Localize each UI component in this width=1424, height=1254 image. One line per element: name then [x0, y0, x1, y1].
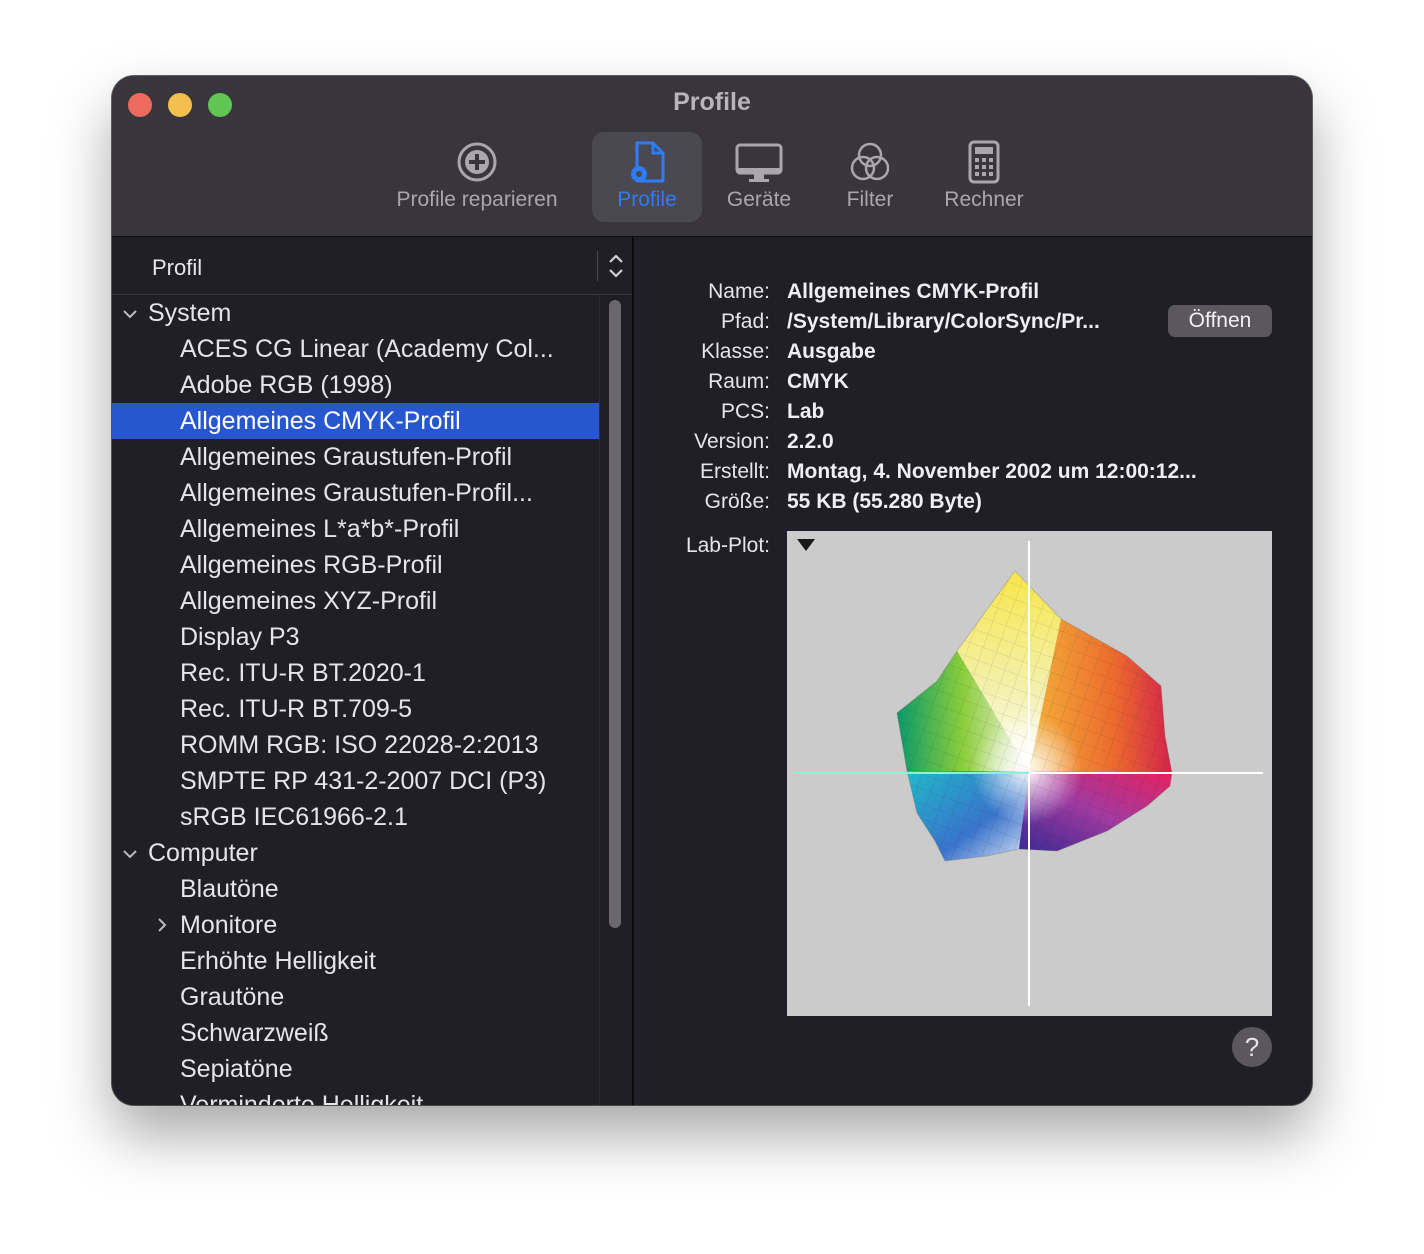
toolbar-label: Profile reparieren [396, 188, 558, 211]
chevron-right-icon[interactable] [152, 907, 172, 943]
tree-item-label: Allgemeines CMYK-Profil [180, 407, 461, 435]
chevron-down-icon[interactable] [120, 835, 140, 871]
calculator-icon [968, 140, 1000, 184]
field-value-name: Allgemeines CMYK-Profil [787, 280, 1040, 303]
titlebar: Profile Profile reparieren Profile Gerät… [112, 76, 1312, 237]
tree-item-label: Sepiatöne [180, 1055, 293, 1083]
chevron-down-icon[interactable] [120, 295, 140, 331]
lab-plot-label: Lab-Plot: [685, 534, 770, 557]
tree-item[interactable]: Erhöhte Helligkeit [112, 943, 600, 979]
profile-details: Name: Allgemeines CMYK-Profil Pfad: /System… [634, 237, 1312, 1105]
three-circles-icon [850, 142, 890, 181]
tree-item-label: Allgemeines Graustufen-Profil [180, 443, 513, 471]
tree-item-label: Rec. ITU-R BT.2020-1 [180, 659, 426, 687]
tree-item[interactable]: SMPTE RP 431-2-2007 DCI (P3) [112, 763, 600, 799]
tree-item[interactable]: Allgemeines RGB-Profil [112, 547, 600, 583]
toolbar-filter[interactable]: Filter [830, 132, 910, 222]
column-header[interactable]: Profil [112, 237, 632, 295]
tree-item[interactable]: Verminderte Helligkeit [112, 1087, 600, 1105]
tree-item-label: Allgemeines XYZ-Profil [180, 587, 438, 615]
tree-item[interactable]: Monitore [112, 907, 600, 943]
tree-item-label: Blautöne [180, 875, 279, 903]
colorsync-window: Profile Profile reparieren Profile Gerät… [112, 76, 1312, 1105]
tree-item[interactable]: Rec. ITU-R BT.709-5 [112, 691, 600, 727]
tree-item[interactable]: ROMM RGB: ISO 22028-2:2013 [112, 727, 600, 763]
repair-plus-icon [457, 142, 497, 182]
field-label-erstellt: Erstellt: [699, 460, 770, 483]
sidebar-border [599, 295, 600, 1105]
help-button[interactable]: ? [1232, 1027, 1272, 1067]
field-label-klasse: Klasse: [701, 340, 770, 363]
toolbar-label: Profile [617, 188, 677, 211]
field-label-version: Version: [694, 430, 770, 453]
tree-item-label: Adobe RGB (1998) [180, 371, 393, 399]
tree-item[interactable]: Allgemeines Graustufen-Profil [112, 439, 600, 475]
tree-item-label: Grautöne [180, 983, 285, 1011]
open-button[interactable]: Öffnen [1168, 305, 1272, 337]
toolbar-devices[interactable]: Geräte [714, 132, 804, 222]
tree-item[interactable]: sRGB IEC61966-2.1 [112, 799, 600, 835]
tree-item[interactable]: Display P3 [112, 619, 600, 655]
tree-item-label: Display P3 [180, 623, 300, 651]
tree-item-label: Schwarzweiß [180, 1019, 329, 1047]
tree-item-label: Allgemeines RGB-Profil [180, 551, 443, 579]
tree-item[interactable]: Schwarzweiß [112, 1015, 600, 1051]
field-value-version: 2.2.0 [787, 430, 834, 453]
tree-item[interactable]: Rec. ITU-R BT.2020-1 [112, 655, 600, 691]
lab-plot[interactable] [787, 531, 1272, 1016]
lab-plot-graphic [795, 539, 1263, 1006]
document-gear-icon [631, 141, 665, 183]
field-label-raum: Raum: [708, 370, 770, 393]
tree-item-label: ROMM RGB: ISO 22028-2:2013 [180, 731, 539, 759]
field-value-raum: CMYK [787, 370, 849, 393]
window-title: Profile [673, 88, 751, 116]
tree-item-label: Allgemeines Graustufen-Profil... [180, 479, 533, 507]
tree-item[interactable]: ACES CG Linear (Academy Col... [112, 331, 600, 367]
field-value-klasse: Ausgabe [787, 340, 876, 363]
tree-item-label: ACES CG Linear (Academy Col... [180, 335, 554, 363]
field-value-erstellt: Montag, 4. November 2002 um 12:00:12... [787, 460, 1197, 483]
tree-item[interactable]: Adobe RGB (1998) [112, 367, 600, 403]
tree-item-label: Verminderte Helligkeit [180, 1091, 424, 1105]
tree-group-system[interactable]: System [112, 295, 600, 331]
toolbar-profiles[interactable]: Profile [592, 132, 702, 222]
field-label-name: Name: [708, 280, 770, 303]
column-header-title: Profil [152, 255, 203, 280]
profile-sidebar: Profil System ACES CG Linear (Academy Col… [112, 237, 632, 1105]
tree-item[interactable]: Allgemeines Graustufen-Profil... [112, 475, 600, 511]
toolbar-calculator[interactable]: Rechner [938, 132, 1030, 222]
toolbar-label: Rechner [944, 188, 1024, 211]
column-separator [597, 251, 598, 281]
tree-item[interactable]: Allgemeines CMYK-Profil [112, 403, 600, 439]
field-value-pcs: Lab [787, 400, 825, 423]
field-value-größe: 55 KB (55.280 Byte) [787, 490, 982, 513]
field-value-pfad: /System/Library/ColorSync/Pr... [787, 310, 1100, 333]
tree-item[interactable]: Allgemeines XYZ-Profil [112, 583, 600, 619]
tree-group-label: Computer [148, 839, 258, 867]
tree-group-label: System [148, 299, 232, 327]
toolbar-label: Filter [846, 188, 894, 211]
tree-item[interactable]: Blautöne [112, 871, 600, 907]
tree-group-computer[interactable]: Computer [112, 835, 600, 871]
tree-item-label: sRGB IEC61966-2.1 [180, 803, 408, 831]
field-label-pcs: PCS: [720, 400, 770, 423]
tree-item[interactable]: Grautöne [112, 979, 600, 1015]
tree-item-label: Rec. ITU-R BT.709-5 [180, 695, 413, 723]
tree-item[interactable]: Sepiatöne [112, 1051, 600, 1087]
tree-item-label: Monitore [180, 911, 278, 939]
toolbar-label: Geräte [726, 188, 792, 211]
plot-menu-triangle [797, 539, 815, 551]
tree-item[interactable]: Allgemeines L*a*b*-Profil [112, 511, 600, 547]
field-label-pfad: Pfad: [720, 310, 770, 333]
toolbar-repair-profiles[interactable]: Profile reparieren [390, 132, 564, 222]
tree-item-label: Allgemeines L*a*b*-Profil [180, 515, 460, 543]
tree-item-label: Erhöhte Helligkeit [180, 947, 376, 975]
field-label-größe: Größe: [704, 490, 770, 513]
display-icon [735, 143, 783, 182]
tree-item-label: SMPTE RP 431-2-2007 DCI (P3) [180, 767, 547, 795]
